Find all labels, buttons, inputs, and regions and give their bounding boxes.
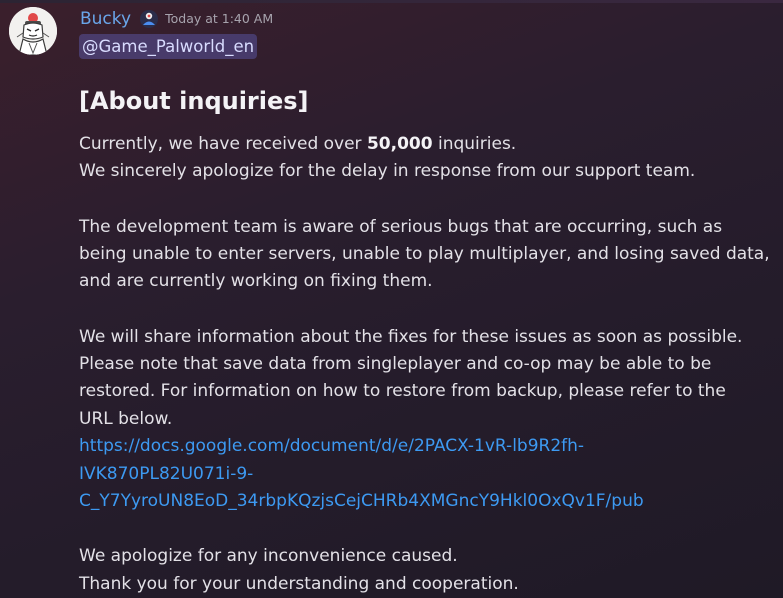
avatar[interactable] (9, 7, 57, 55)
paragraph-3-line: Please note that save data from singlepl… (79, 354, 712, 374)
user-mention[interactable]: @Game_Palworld_en (79, 34, 258, 59)
message-header: Bucky Today at 1:40 AM (80, 7, 273, 31)
paragraph-3-line: restored. For information on how to rest… (79, 381, 726, 401)
app-badge-icon[interactable] (139, 9, 159, 29)
text-before: Currently, we have received over (79, 134, 367, 154)
paragraph-1-line-2: We sincerely apologize for the delay in … (79, 161, 696, 181)
inquiry-count: 50,000 (366, 134, 433, 154)
paragraph-3-line: We will share information about the fixe… (79, 327, 743, 347)
paragraph-4-line: We apologize for any inconvenience cause… (79, 546, 458, 566)
paragraph-2-line: and are currently working on fixing them… (79, 271, 433, 291)
backup-guide-link[interactable]: IVK870PL82U071i-9- (79, 461, 253, 488)
message-heading: [About inquiries] (79, 87, 309, 115)
bucky-avatar-icon (9, 7, 57, 55)
username[interactable]: Bucky (80, 8, 131, 30)
paragraph-2-line: The development team is aware of serious… (79, 217, 723, 237)
chat-message: Bucky Today at 1:40 AM @Game_Palworld_en… (0, 0, 783, 598)
timestamp[interactable]: Today at 1:40 AM (165, 8, 273, 30)
backup-guide-link[interactable]: C_Y7YyroUN8EoD_34rbpKQzjsCejCHRb4XMGncY9… (79, 488, 644, 515)
backup-guide-link[interactable]: https://docs.google.com/document/d/e/2PA… (79, 433, 584, 460)
paragraph-4-line: Thank you for your understanding and coo… (79, 574, 519, 594)
paragraph-2-line: being unable to enter servers, unable to… (79, 244, 770, 264)
text-after: inquiries. (432, 134, 517, 154)
paragraph-1-line-1: Currently, we have received over 50,000 … (79, 131, 516, 158)
paragraph-3-line: URL below. (79, 409, 173, 429)
